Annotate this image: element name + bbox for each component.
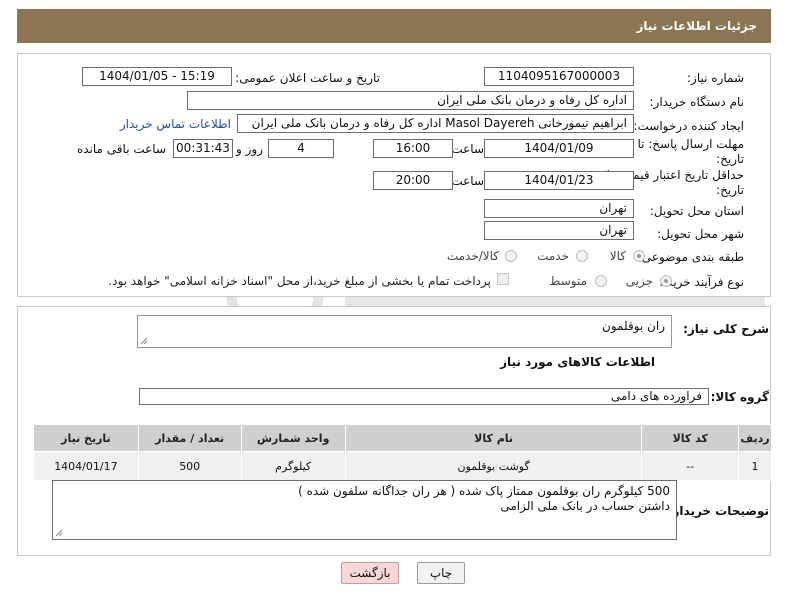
province-label: استان محل تحویل: [649,204,744,218]
table-header-row: ردیف کد کالا نام کالا واحد شمارش تعداد /… [33,424,772,452]
price-validity-date-label: تاریخ: [716,183,744,197]
time-remaining-field: 00:31:43 [173,139,233,158]
announce-datetime-field: 1404/01/05 - 15:19 [82,67,232,86]
process-radio-minor[interactable] [660,275,672,287]
price-validity-date-field: 1404/01/23 [484,171,634,190]
need-number-field: 1104095167000003 [484,67,634,86]
deadline-label: مهلت ارسال پاسخ: تا [637,137,744,151]
goods-group-field: فراورده های دامی [139,388,709,405]
col-header-unit: واحد شمارش [240,424,346,452]
need-number-label: شماره نیاز: [687,71,744,85]
buyer-notes-field: 500 کیلوگرم ران بوقلمون ممتاز پاک شده ( … [52,480,677,540]
price-validity-time-label: ساعت [451,174,484,188]
announce-datetime-label: تاریخ و ساعت اعلان عمومی: [235,71,380,85]
category-radio-goods[interactable] [633,250,645,262]
buyer-notes-line-2: داشتن حساب در بانک ملی الزامی [500,499,670,513]
page-title: جزئیات اطلاعات نیاز [636,19,757,33]
buyer-notes-line-1: 500 کیلوگرم ران بوقلمون ممتاز پاک شده ( … [298,484,670,498]
goods-group-label: گروه کالا: [710,390,769,404]
cell-need-date: 1404/01/17 [33,451,139,481]
back-button[interactable]: بازگشت [341,562,399,584]
col-header-need-date: تاریخ نیاز [33,424,139,452]
general-description-field: ران بوقلمون [137,315,672,348]
buyer-org-field: اداره کل رفاه و درمان بانک ملی ایران [187,91,634,110]
deadline-date-field: 1404/01/09 [484,139,634,158]
province-field: تهران [484,199,634,218]
buyer-contact-link[interactable]: اطلاعات تماس خریدار [120,117,231,131]
buyer-org-label: نام دستگاه خریدار: [649,95,745,109]
process-option-medium: متوسط [549,274,587,288]
category-label: طبقه بندی موضوعی: [637,250,744,264]
category-option-service: خدمت [537,249,569,263]
deadline-time-field: 16:00 [373,139,453,158]
cell-goods-name: گوشت بوقلمون [344,451,643,481]
days-remaining-field: 4 [268,139,334,158]
process-radio-medium[interactable] [595,275,607,287]
days-label: روز و [236,142,263,156]
cell-row-number: 1 [738,451,772,481]
page-header: جزئیات اطلاعات نیاز [17,9,771,43]
resize-handle-icon[interactable] [55,529,63,537]
treasury-payment-note: پرداخت تمام یا بخشی از مبلغ خرید،از محل … [108,274,491,288]
process-option-minor: جزیی [625,274,653,288]
city-field: تهران [484,221,634,240]
table-row: 1 -- گوشت بوقلمون کیلوگرم 500 1404/01/17 [33,451,772,481]
category-radio-goods-service[interactable] [505,250,517,262]
creator-label: ایجاد کننده درخواست: [633,119,744,133]
col-header-goods-name: نام کالا [344,424,643,452]
buyer-notes-label: توضیحات خریدار: [667,504,769,518]
general-description-label: شرح کلی نیاز: [683,322,769,336]
general-description-text: ران بوقلمون [602,319,665,333]
time-remaining-label: ساعت باقی مانده [76,142,166,156]
category-radio-service[interactable] [576,250,588,262]
creator-field: ابراهیم تیمورخانی Masol Dayereh اداره کل… [237,114,634,133]
goods-info-title: اطلاعات کالاهای مورد نیاز [500,355,655,369]
city-label: شهر محل تحویل: [657,227,744,241]
price-validity-time-field: 20:00 [373,171,453,190]
category-option-goods: کالا [609,249,626,263]
category-option-goods-service: کالا/خدمت [446,249,499,263]
treasury-payment-checkbox[interactable] [497,273,509,285]
deadline-time-label: ساعت [451,142,484,156]
col-header-row-number: ردیف [738,424,772,452]
print-button[interactable]: چاپ [417,562,465,584]
goods-table: ردیف کد کالا نام کالا واحد شمارش تعداد /… [33,424,772,481]
resize-handle-icon[interactable] [140,337,148,345]
cell-quantity: 500 [137,451,242,481]
col-header-goods-code: کد کالا [641,424,740,452]
deadline-date-label: تاریخ: [716,152,744,166]
col-header-quantity: تعداد / مقدار [137,424,242,452]
cell-unit: کیلوگرم [240,451,346,481]
cell-goods-code: -- [641,451,740,481]
